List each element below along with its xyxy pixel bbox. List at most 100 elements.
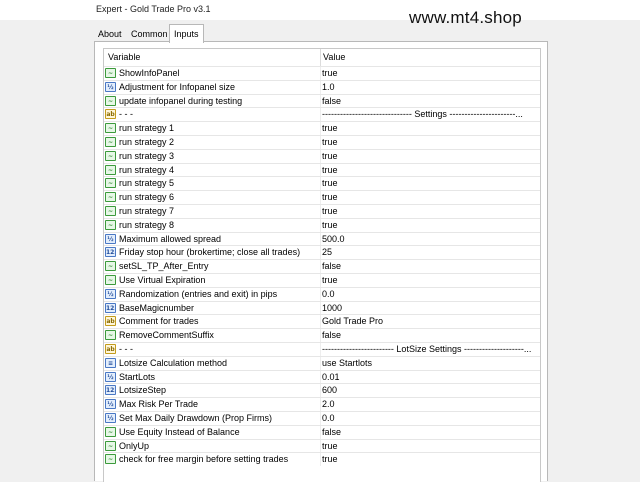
integer-icon: 123 xyxy=(105,385,116,396)
fraction-icon: ½ xyxy=(105,412,116,423)
column-header-variable[interactable]: Variable xyxy=(108,52,140,62)
table-row[interactable]: ½ Maximum allowed spread 500.0 xyxy=(104,231,540,246)
table-row[interactable]: ~ update infopanel during testing false xyxy=(104,93,540,108)
variable-value[interactable]: 500.0 xyxy=(322,234,345,244)
variable-name: RemoveCommentSuffix xyxy=(119,330,214,341)
cell-divider xyxy=(320,108,321,122)
cell-divider xyxy=(320,80,321,94)
variable-value[interactable]: ------------------------------ Settings … xyxy=(322,109,523,119)
variable-value[interactable]: 1000 xyxy=(322,303,342,313)
table-row[interactable]: ~ run strategy 7 true xyxy=(104,203,540,218)
table-row[interactable]: ab - - - ------------------------ LotSize … xyxy=(104,341,540,356)
column-header-value[interactable]: Value xyxy=(323,52,345,62)
variable-value[interactable]: true xyxy=(322,454,338,464)
variable-value[interactable]: 25 xyxy=(322,247,332,257)
cell-divider xyxy=(320,177,321,191)
variable-name: Use Virtual Expiration xyxy=(119,274,206,285)
variable-name: setSL_TP_After_Entry xyxy=(119,261,209,272)
table-row[interactable]: ab Comment for trades Gold Trade Pro xyxy=(104,314,540,329)
variable-value[interactable]: true xyxy=(322,178,338,188)
variable-value[interactable]: 2.0 xyxy=(322,399,335,409)
table-row[interactable]: ½ StartLots 0.01 xyxy=(104,369,540,384)
chart-line-icon: ~ xyxy=(105,261,116,272)
variable-value[interactable]: 0.0 xyxy=(322,289,335,299)
variable-name: Use Equity Instead of Balance xyxy=(119,426,240,437)
variable-value[interactable]: true xyxy=(322,151,338,161)
column-divider[interactable] xyxy=(320,49,321,66)
table-row[interactable]: 123BaseMagicnumber 1000 xyxy=(104,300,540,315)
variable-value[interactable]: 0.01 xyxy=(322,372,340,382)
cell-divider xyxy=(320,356,321,370)
variable-value[interactable]: 0.0 xyxy=(322,413,335,423)
variable-value[interactable]: true xyxy=(322,68,338,78)
variable-value[interactable]: use Startlots xyxy=(322,358,372,368)
cell-divider xyxy=(320,260,321,273)
variable-value[interactable]: false xyxy=(322,427,341,437)
table-row[interactable]: ≡ Lotsize Calculation method use Startlots xyxy=(104,355,540,370)
variable-value[interactable]: true xyxy=(322,220,338,230)
cell-divider xyxy=(320,315,321,329)
variable-name: BaseMagicnumber xyxy=(119,302,195,313)
variable-value[interactable]: 1.0 xyxy=(322,82,335,92)
table-row[interactable]: ~ run strategy 6 true xyxy=(104,190,540,204)
variable-value[interactable]: 600 xyxy=(322,385,337,395)
variable-name: Comment for trades xyxy=(119,316,199,327)
variable-value[interactable]: true xyxy=(322,275,338,285)
table-row[interactable]: ½ Set Max Daily Drawdown (Prop Firms) 0.0 xyxy=(104,410,540,425)
cell-divider xyxy=(320,149,321,163)
text-icon: ab xyxy=(105,343,116,354)
text-icon: ab xyxy=(105,109,116,120)
table-row[interactable]: ~ check for free margin before setting tr… xyxy=(104,452,540,467)
variable-value[interactable]: ------------------------ LotSize Setting… xyxy=(322,344,531,354)
variable-name: - - - xyxy=(119,343,133,354)
variable-value[interactable]: Gold Trade Pro xyxy=(322,316,383,326)
variable-value[interactable]: true xyxy=(322,441,338,451)
tab-about[interactable]: About xyxy=(94,26,126,42)
table-row[interactable]: ~ run strategy 4 true xyxy=(104,162,540,177)
table-row[interactable]: 123LotsizeStep 600 xyxy=(104,383,540,398)
table-row[interactable]: ~ Use Equity Instead of Balance false xyxy=(104,424,540,439)
variable-name: Set Max Daily Drawdown (Prop Firms) xyxy=(119,412,273,423)
variable-value[interactable]: false xyxy=(322,330,341,340)
chart-line-icon: ~ xyxy=(105,440,116,451)
table-row[interactable]: ~ run strategy 8 true xyxy=(104,217,540,232)
variable-name: check for free margin before setting tra… xyxy=(119,454,289,465)
chart-line-icon: ~ xyxy=(105,274,116,285)
table-row[interactable]: ½ Adjustment for Infopanel size 1.0 xyxy=(104,79,540,94)
chart-line-icon: ~ xyxy=(105,95,116,106)
table-row[interactable]: ~ Use Virtual Expiration true xyxy=(104,272,540,287)
variable-name: Randomization (entries and exit) in pips xyxy=(119,288,278,299)
table-row[interactable]: ½ Randomization (entries and exit) in pip… xyxy=(104,286,540,301)
variable-value[interactable]: false xyxy=(322,261,341,271)
table-row[interactable]: ~ OnlyUp true xyxy=(104,438,540,453)
variable-value[interactable]: true xyxy=(322,192,338,202)
cell-divider xyxy=(320,273,321,287)
cell-divider xyxy=(320,122,321,135)
cell-divider xyxy=(320,329,321,342)
cell-divider xyxy=(320,342,321,356)
table-row[interactable]: ~ RemoveCommentSuffix false xyxy=(104,328,540,342)
table-row[interactable]: ab - - - ------------------------------ Se… xyxy=(104,107,540,122)
variable-value[interactable]: true xyxy=(322,206,338,216)
variable-value[interactable]: false xyxy=(322,96,341,106)
table-row[interactable]: ½ Max Risk Per Trade 2.0 xyxy=(104,397,540,411)
variable-name: Friday stop hour (brokertime; close all … xyxy=(119,247,301,258)
table-row[interactable]: ~ run strategy 2 true xyxy=(104,134,540,149)
table-row[interactable]: ~ run strategy 5 true xyxy=(104,176,540,191)
table-row[interactable]: 123Friday stop hour (brokertime; close a… xyxy=(104,245,540,260)
table-row[interactable]: ~ run strategy 3 true xyxy=(104,148,540,163)
tab-inputs[interactable]: Inputs xyxy=(169,24,204,43)
chart-line-icon: ~ xyxy=(105,123,116,134)
table-row[interactable]: ~ run strategy 1 true xyxy=(104,121,540,135)
variable-value[interactable]: true xyxy=(322,123,338,133)
integer-icon: 123 xyxy=(105,247,116,258)
cell-divider xyxy=(320,218,321,232)
table-row[interactable]: ~ setSL_TP_After_Entry false xyxy=(104,259,540,273)
variable-value[interactable]: true xyxy=(322,137,338,147)
integer-icon: 123 xyxy=(105,302,116,313)
variable-value[interactable]: true xyxy=(322,165,338,175)
chart-line-icon: ~ xyxy=(105,192,116,203)
chart-line-icon: ~ xyxy=(105,136,116,147)
tab-common[interactable]: Common xyxy=(127,26,172,42)
table-row[interactable]: ~ ShowInfoPanel true xyxy=(104,66,540,80)
